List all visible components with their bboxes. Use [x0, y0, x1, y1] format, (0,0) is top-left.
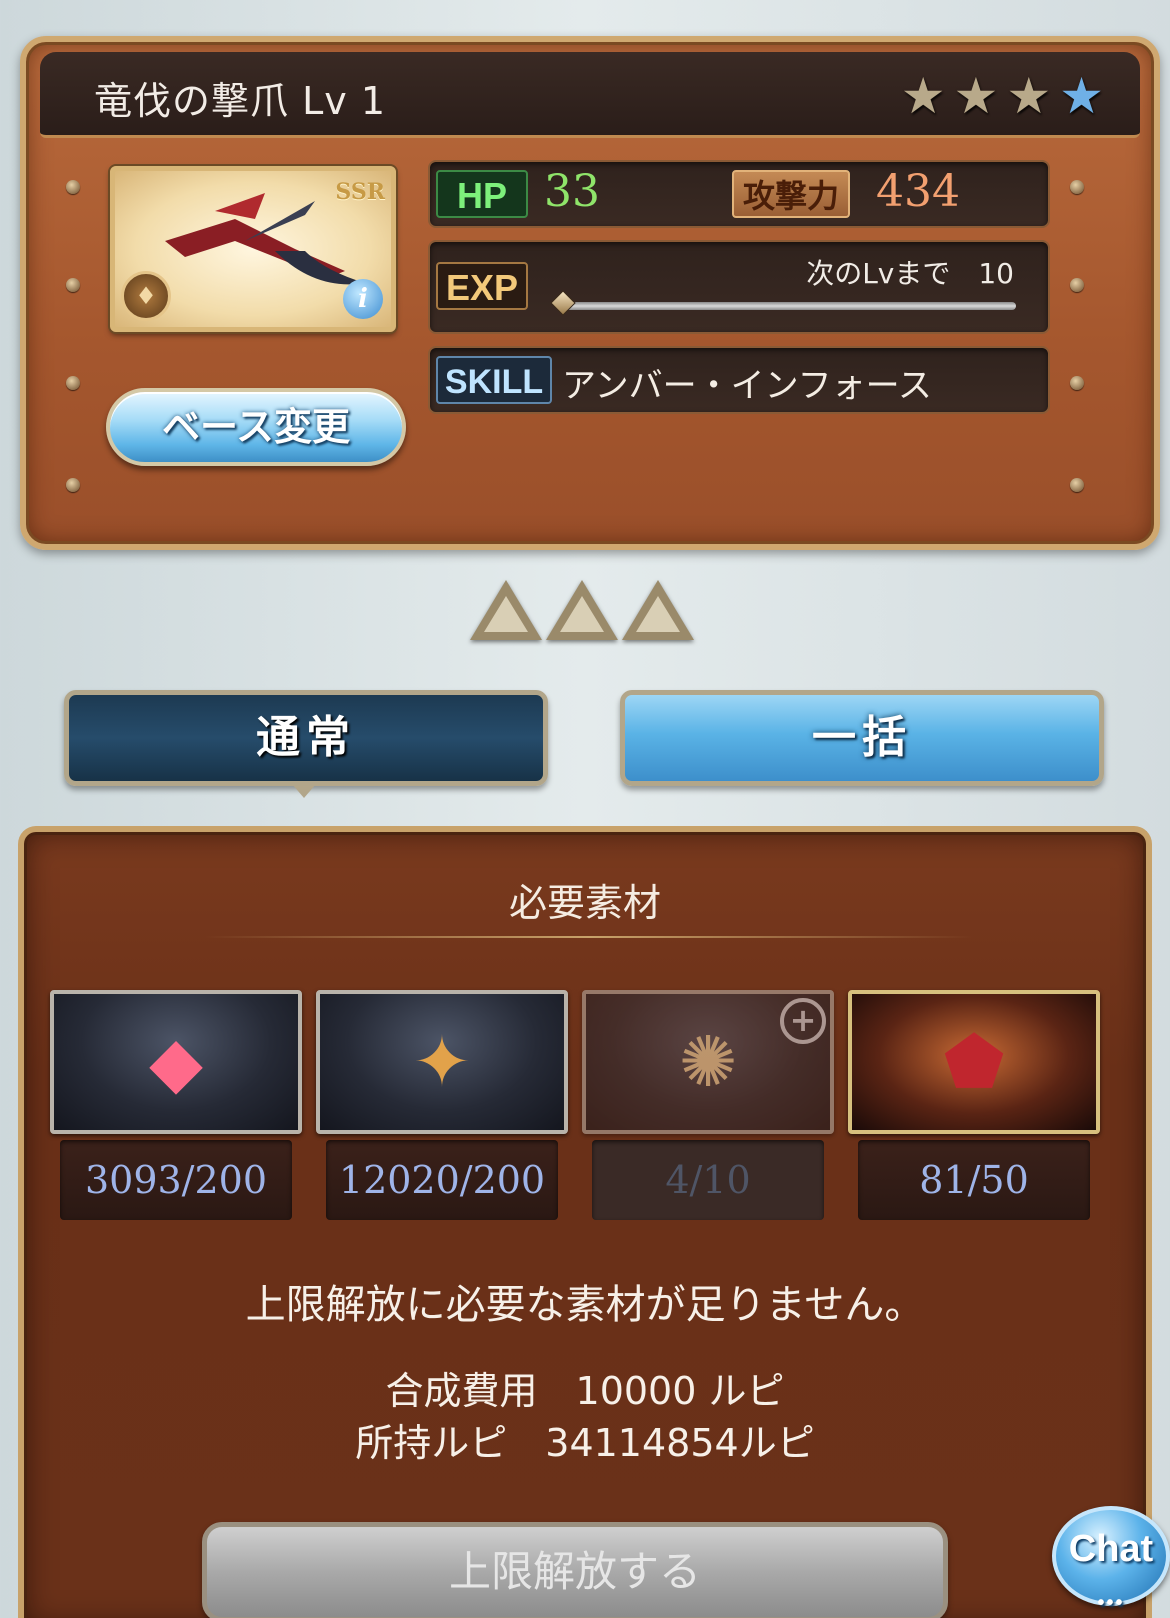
star-filled-icon: ★ — [1006, 67, 1052, 125]
rivet-icon — [1070, 376, 1084, 390]
exp-next-level: 次のLvまで 10 — [806, 257, 1014, 290]
weapon-image[interactable]: SSR ♦ i — [110, 166, 396, 332]
hp-value: 33 — [544, 166, 600, 217]
material-gold-ornament[interactable]: ✦ 12020/200 — [316, 990, 568, 1220]
material-count: 3093/200 — [60, 1140, 292, 1220]
skill-label: SKILL — [436, 356, 552, 404]
uncap-triangle-icon — [622, 580, 694, 640]
mode-normal-button[interactable]: 通常 — [64, 690, 548, 786]
material-thumbnail[interactable]: ⬟ — [848, 990, 1100, 1134]
material-count: 4/10 — [592, 1140, 824, 1220]
material-thumbnail[interactable]: ◆ — [50, 990, 302, 1134]
stats-row: HP 33 攻撃力 434 — [428, 160, 1050, 228]
ssr-badge: SSR — [335, 179, 385, 205]
rivet-icon — [1070, 478, 1084, 492]
uncap-indicators — [470, 580, 694, 640]
title-bar: 竜伐の撃爪 Lv 1 ★ ★ ★ ★ — [40, 52, 1140, 138]
exp-row: EXP 次のLvまで 10 — [428, 240, 1050, 334]
element-icon: ♦ — [121, 271, 171, 321]
uncap-triangle-icon — [470, 580, 542, 640]
red-crystal-icon: ◆ — [149, 1021, 203, 1103]
materials-title: 必要素材 — [508, 881, 661, 925]
chat-button[interactable]: Chat ••• — [1052, 1506, 1170, 1614]
exp-progress-bar — [560, 302, 1016, 310]
chat-dots-icon: ••• — [1097, 1592, 1125, 1614]
selected-pointer-icon — [292, 784, 316, 798]
material-thumbnail[interactable]: ✦ — [316, 990, 568, 1134]
rivet-icon — [66, 376, 80, 390]
insufficient-materials-warning: 上限解放に必要な素材が足りません。 — [245, 1282, 925, 1328]
rivet-icon — [66, 478, 80, 492]
material-count: 81/50 — [858, 1140, 1090, 1220]
attack-value: 434 — [876, 166, 960, 217]
light-orb-icon: ✺ — [678, 1021, 738, 1103]
base-change-button[interactable]: ベース変更 — [106, 388, 406, 466]
rivet-icon — [1070, 278, 1084, 292]
hp-label: HP — [436, 170, 528, 218]
materials-panel: 必要素材 ◆ 3093/200 ✦ 12020/200 ✺ + 4/10 ⬟ 8… — [18, 826, 1152, 1618]
divider — [204, 936, 974, 938]
skill-name[interactable]: アンバー・インフォース — [562, 358, 932, 407]
weapon-card: 竜伐の撃爪 Lv 1 ★ ★ ★ ★ SSR ♦ i ベース変更 HP 33 攻… — [20, 36, 1160, 550]
star-filled-icon: ★ — [900, 67, 946, 125]
info-icon[interactable]: i — [343, 279, 383, 319]
skill-row: SKILL アンバー・インフォース — [428, 346, 1050, 414]
rivet-icon — [66, 180, 80, 194]
rarity-stars: ★ ★ ★ ★ — [901, 68, 1104, 124]
zoom-in-icon[interactable]: + — [780, 998, 826, 1044]
material-count: 12020/200 — [326, 1140, 558, 1220]
attack-label: 攻撃力 — [732, 170, 850, 218]
material-thumbnail[interactable]: ✺ + — [582, 990, 834, 1134]
star-empty-icon: ★ — [1059, 67, 1104, 125]
rivet-icon — [1070, 180, 1084, 194]
gold-ornament-icon: ✦ — [412, 1021, 472, 1103]
star-filled-icon: ★ — [953, 67, 999, 125]
weapon-title: 竜伐の撃爪 Lv 1 — [94, 79, 386, 123]
material-red-gem[interactable]: ◆ 3093/200 — [50, 990, 302, 1220]
red-shard-icon: ⬟ — [943, 1021, 1005, 1103]
exp-marker-icon — [550, 290, 576, 316]
exp-label: EXP — [436, 262, 528, 310]
mode-bulk-button[interactable]: 一括 — [620, 690, 1104, 786]
owned-rupie: 所持ルピ 34114854ルピ — [355, 1421, 815, 1465]
uncap-triangle-icon — [546, 580, 618, 640]
rivet-icon — [66, 278, 80, 292]
uncap-button[interactable]: 上限解放する — [202, 1522, 948, 1618]
material-red-shard[interactable]: ⬟ 81/50 — [848, 990, 1100, 1220]
material-light-orb[interactable]: ✺ + 4/10 — [582, 990, 834, 1220]
synthesis-cost: 合成費用 10000 ルピ — [385, 1369, 785, 1413]
